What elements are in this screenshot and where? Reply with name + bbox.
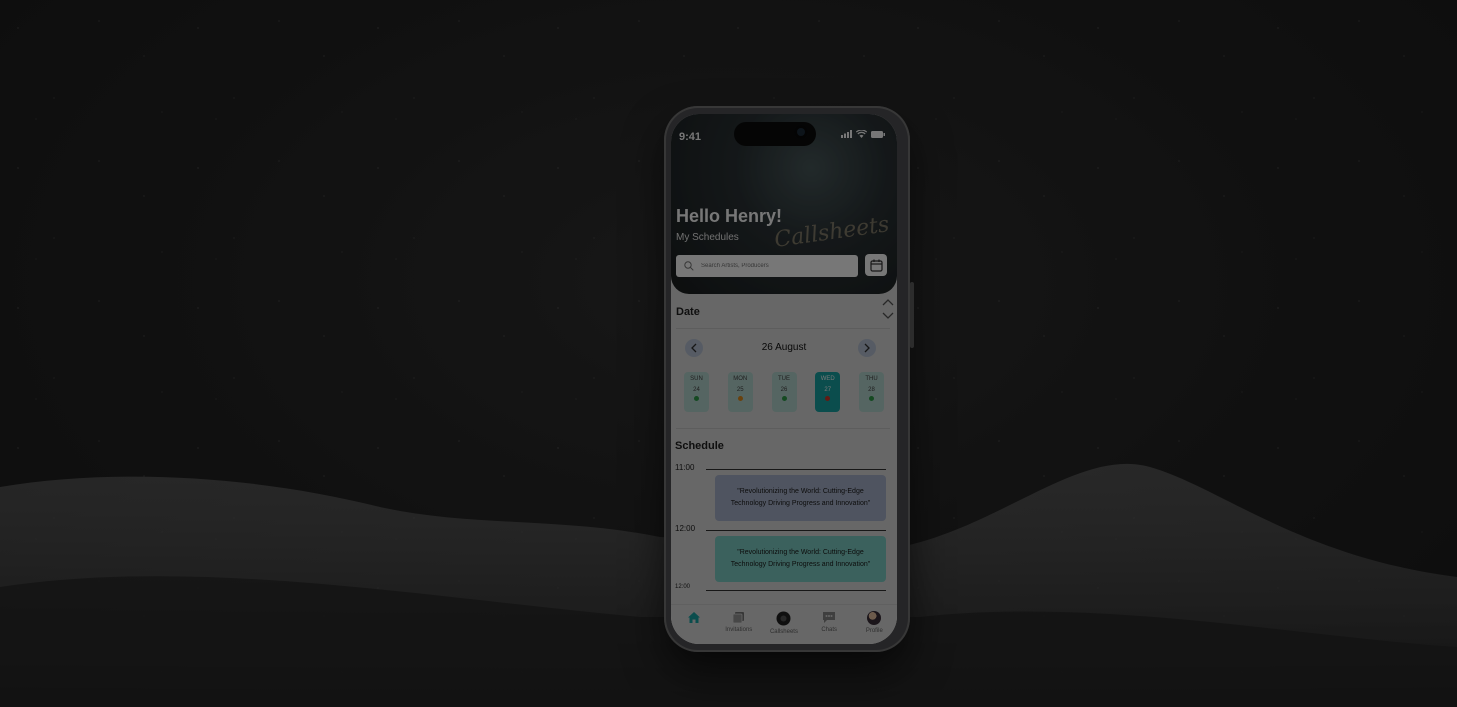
header-banner: Callsheets 9:41 Hello Henry! My Schedule… [671,114,897,294]
chevron-down-icon[interactable] [882,312,894,320]
day-cell-wed[interactable]: WED 27 [815,372,841,412]
status-dot [737,396,743,401]
chevron-up-icon[interactable] [882,298,894,306]
schedule-event[interactable]: "Revolutionizing the World: Cutting-Edge… [715,475,886,521]
tab-profile[interactable]: Profile [854,611,894,634]
callsheets-logo: Callsheets [772,212,891,253]
chevron-right-icon [864,343,870,353]
search-bar[interactable] [676,255,858,277]
tab-invitations[interactable]: Invitations [719,611,759,633]
time-line [706,590,886,591]
signal-icon [841,130,852,138]
schedule-divider [676,428,890,429]
day-name: WED [820,376,835,382]
day-number: 27 [824,387,832,393]
day-selector: SUN 24 MON 25 TUE 26 WED 27 THU 28 [684,372,884,412]
time-label: 12:00 [675,524,696,533]
tab-callsheets[interactable]: Callsheets [764,611,804,635]
time-line [706,469,886,470]
day-cell-mon[interactable]: MON 25 [727,372,753,412]
phone-screen: Callsheets 9:41 Hello Henry! My Schedule… [671,114,897,644]
greeting-title: Hello Henry! [676,206,783,226]
invitations-icon [732,612,745,624]
day-name: SUN [690,376,703,382]
avatar [867,611,882,625]
bottom-tab-bar: Invitations Callsheets Chats Profile [671,604,897,644]
schedule-event[interactable]: "Revolutionizing the World: Cutting-Edge… [715,536,886,582]
time-line [706,530,886,531]
day-name: THU [865,376,878,382]
tab-label: Profile [865,628,883,634]
status-dot [694,396,699,401]
calendar-icon [869,259,883,272]
status-icons [841,130,885,138]
search-input[interactable] [699,262,843,270]
phone-side-button [910,282,914,348]
home-icon [687,612,700,623]
tab-home[interactable] [674,611,714,624]
day-name: TUE [778,376,790,382]
dynamic-island [734,122,816,146]
time-label: 11:00 [675,463,695,472]
tab-label: Invitations [725,627,753,633]
day-name: MON [733,376,748,382]
day-number: 25 [736,387,744,393]
tab-label: Chats [821,627,837,633]
date-section-title: Date [676,306,700,318]
tab-label: Callsheets [769,629,798,635]
next-month-button[interactable] [858,339,876,357]
status-dot [869,396,874,401]
search-icon [684,261,694,271]
day-cell-thu[interactable]: THU 28 [859,372,884,412]
battery-icon [871,130,885,138]
day-cell-tue[interactable]: TUE 26 [771,372,797,412]
status-time: 9:41 [679,131,702,143]
wifi-icon [856,130,867,138]
calendar-button[interactable] [865,254,887,276]
day-cell-sun[interactable]: SUN 24 [684,372,709,412]
tab-chats[interactable]: Chats [809,611,849,633]
day-number: 28 [868,387,875,393]
date-divider [676,328,890,329]
page-subtitle: My Schedules [676,232,739,243]
day-number: 26 [780,387,788,393]
chats-icon [823,612,836,623]
schedule-title: Schedule [675,440,724,452]
day-number: 24 [693,387,700,393]
time-label: 12:00 [675,584,691,590]
phone-mockup: Callsheets 9:41 Hello Henry! My Schedule… [664,106,914,652]
status-dot [825,396,831,401]
camera-lens [794,125,808,139]
callsheets-icon [776,611,791,626]
status-dot [781,396,787,401]
